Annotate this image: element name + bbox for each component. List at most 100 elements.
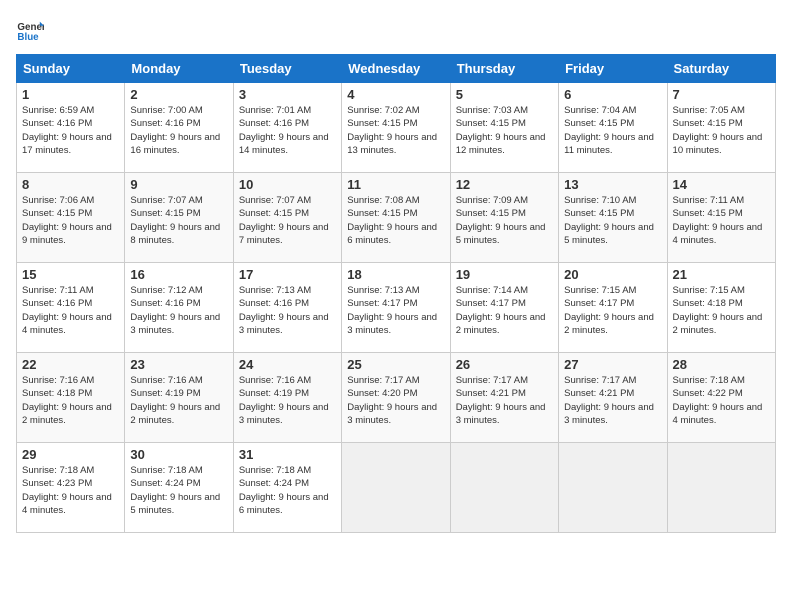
calendar-cell: 14 Sunrise: 7:11 AMSunset: 4:15 PMDayligh…: [667, 173, 775, 263]
calendar-cell: [559, 443, 667, 533]
day-info: Sunrise: 7:00 AMSunset: 4:16 PMDaylight:…: [130, 104, 227, 157]
day-number: 24: [239, 357, 336, 372]
day-number: 10: [239, 177, 336, 192]
day-number: 5: [456, 87, 553, 102]
calendar-cell: 3Sunrise: 7:01 AMSunset: 4:16 PMDaylight…: [233, 83, 341, 173]
day-info: Sunrise: 7:08 AMSunset: 4:15 PMDaylight:…: [347, 194, 444, 247]
day-header-saturday: Saturday: [667, 55, 775, 83]
calendar-cell: 24 Sunrise: 7:16 AMSunset: 4:19 PMDayligh…: [233, 353, 341, 443]
day-number: 16: [130, 267, 227, 282]
day-number: 18: [347, 267, 444, 282]
day-header-sunday: Sunday: [17, 55, 125, 83]
day-info: Sunrise: 7:18 AMSunset: 4:23 PMDaylight:…: [22, 464, 119, 517]
calendar-cell: 10 Sunrise: 7:07 AMSunset: 4:15 PMDayligh…: [233, 173, 341, 263]
calendar-week-row: 29 Sunrise: 7:18 AMSunset: 4:23 PMDayligh…: [17, 443, 776, 533]
calendar-cell: 18Sunrise: 7:13 AMSunset: 4:17 PMDayligh…: [342, 263, 450, 353]
day-header-thursday: Thursday: [450, 55, 558, 83]
day-number: 28: [673, 357, 770, 372]
calendar-cell: 17Sunrise: 7:13 AMSunset: 4:16 PMDayligh…: [233, 263, 341, 353]
day-info: Sunrise: 7:17 AMSunset: 4:20 PMDaylight:…: [347, 374, 444, 427]
day-number: 11: [347, 177, 444, 192]
calendar-cell: 12Sunrise: 7:09 AMSunset: 4:15 PMDayligh…: [450, 173, 558, 263]
day-header-friday: Friday: [559, 55, 667, 83]
calendar-cell: 26 Sunrise: 7:17 AMSunset: 4:21 PMDayligh…: [450, 353, 558, 443]
calendar-cell: 8 Sunrise: 7:06 AMSunset: 4:15 PMDaylight…: [17, 173, 125, 263]
day-number: 4: [347, 87, 444, 102]
calendar-cell: 9 Sunrise: 7:07 AMSunset: 4:15 PMDaylight…: [125, 173, 233, 263]
calendar-cell: [667, 443, 775, 533]
day-info: Sunrise: 7:07 AMSunset: 4:15 PMDaylight:…: [130, 194, 227, 247]
day-info: Sunrise: 7:06 AMSunset: 4:15 PMDaylight:…: [22, 194, 119, 247]
day-number: 29: [22, 447, 119, 462]
day-info: Sunrise: 7:18 AMSunset: 4:24 PMDaylight:…: [239, 464, 336, 517]
calendar-cell: 7 Sunrise: 7:05 AMSunset: 4:15 PMDaylight…: [667, 83, 775, 173]
day-number: 2: [130, 87, 227, 102]
calendar-cell: 28 Sunrise: 7:18 AMSunset: 4:22 PMDayligh…: [667, 353, 775, 443]
day-info: Sunrise: 7:17 AMSunset: 4:21 PMDaylight:…: [456, 374, 553, 427]
day-info: Sunrise: 7:14 AMSunset: 4:17 PMDaylight:…: [456, 284, 553, 337]
calendar-cell: 29 Sunrise: 7:18 AMSunset: 4:23 PMDayligh…: [17, 443, 125, 533]
calendar-cell: 21 Sunrise: 7:15 AMSunset: 4:18 PMDayligh…: [667, 263, 775, 353]
calendar-cell: 23Sunrise: 7:16 AMSunset: 4:19 PMDayligh…: [125, 353, 233, 443]
day-info: Sunrise: 7:15 AMSunset: 4:17 PMDaylight:…: [564, 284, 661, 337]
day-number: 30: [130, 447, 227, 462]
calendar-week-row: 1 Sunrise: 6:59 AMSunset: 4:16 PMDaylight…: [17, 83, 776, 173]
day-info: Sunrise: 7:10 AMSunset: 4:15 PMDaylight:…: [564, 194, 661, 247]
calendar-cell: 1 Sunrise: 6:59 AMSunset: 4:16 PMDaylight…: [17, 83, 125, 173]
day-info: Sunrise: 7:11 AMSunset: 4:16 PMDaylight:…: [22, 284, 119, 337]
logo-icon: General Blue: [16, 16, 44, 44]
calendar-week-row: 8 Sunrise: 7:06 AMSunset: 4:15 PMDaylight…: [17, 173, 776, 263]
day-info: Sunrise: 7:16 AMSunset: 4:19 PMDaylight:…: [239, 374, 336, 427]
day-info: Sunrise: 7:18 AMSunset: 4:24 PMDaylight:…: [130, 464, 227, 517]
calendar-cell: 20 Sunrise: 7:15 AMSunset: 4:17 PMDayligh…: [559, 263, 667, 353]
calendar-cell: 6 Sunrise: 7:04 AMSunset: 4:15 PMDaylight…: [559, 83, 667, 173]
day-info: Sunrise: 7:07 AMSunset: 4:15 PMDaylight:…: [239, 194, 336, 247]
day-info: Sunrise: 7:16 AMSunset: 4:19 PMDaylight:…: [130, 374, 227, 427]
calendar-cell: 11 Sunrise: 7:08 AMSunset: 4:15 PMDayligh…: [342, 173, 450, 263]
day-number: 19: [456, 267, 553, 282]
day-number: 9: [130, 177, 227, 192]
calendar-cell: 15 Sunrise: 7:11 AMSunset: 4:16 PMDayligh…: [17, 263, 125, 353]
calendar-cell: 30 Sunrise: 7:18 AMSunset: 4:24 PMDayligh…: [125, 443, 233, 533]
day-number: 7: [673, 87, 770, 102]
day-number: 31: [239, 447, 336, 462]
day-info: Sunrise: 7:02 AMSunset: 4:15 PMDaylight:…: [347, 104, 444, 157]
calendar-cell: 5 Sunrise: 7:03 AMSunset: 4:15 PMDaylight…: [450, 83, 558, 173]
day-header-wednesday: Wednesday: [342, 55, 450, 83]
day-number: 20: [564, 267, 661, 282]
day-info: Sunrise: 6:59 AMSunset: 4:16 PMDaylight:…: [22, 104, 119, 157]
day-number: 25: [347, 357, 444, 372]
day-info: Sunrise: 7:05 AMSunset: 4:15 PMDaylight:…: [673, 104, 770, 157]
day-number: 1: [22, 87, 119, 102]
logo: General Blue: [16, 16, 48, 44]
calendar-cell: 22Sunrise: 7:16 AMSunset: 4:18 PMDayligh…: [17, 353, 125, 443]
day-number: 8: [22, 177, 119, 192]
day-info: Sunrise: 7:11 AMSunset: 4:15 PMDaylight:…: [673, 194, 770, 247]
day-info: Sunrise: 7:12 AMSunset: 4:16 PMDaylight:…: [130, 284, 227, 337]
day-number: 21: [673, 267, 770, 282]
day-number: 6: [564, 87, 661, 102]
calendar-cell: 25 Sunrise: 7:17 AMSunset: 4:20 PMDayligh…: [342, 353, 450, 443]
day-info: Sunrise: 7:01 AMSunset: 4:16 PMDaylight:…: [239, 104, 336, 157]
day-number: 17: [239, 267, 336, 282]
calendar-cell: [342, 443, 450, 533]
calendar-cell: 4 Sunrise: 7:02 AMSunset: 4:15 PMDaylight…: [342, 83, 450, 173]
day-header-monday: Monday: [125, 55, 233, 83]
calendar-cell: [450, 443, 558, 533]
calendar-cell: 13 Sunrise: 7:10 AMSunset: 4:15 PMDayligh…: [559, 173, 667, 263]
day-info: Sunrise: 7:04 AMSunset: 4:15 PMDaylight:…: [564, 104, 661, 157]
day-info: Sunrise: 7:16 AMSunset: 4:18 PMDaylight:…: [22, 374, 119, 427]
day-info: Sunrise: 7:18 AMSunset: 4:22 PMDaylight:…: [673, 374, 770, 427]
calendar-week-row: 15 Sunrise: 7:11 AMSunset: 4:16 PMDayligh…: [17, 263, 776, 353]
day-info: Sunrise: 7:03 AMSunset: 4:15 PMDaylight:…: [456, 104, 553, 157]
day-number: 14: [673, 177, 770, 192]
svg-text:Blue: Blue: [17, 32, 39, 43]
calendar-table: SundayMondayTuesdayWednesdayThursdayFrid…: [16, 54, 776, 533]
calendar-header: SundayMondayTuesdayWednesdayThursdayFrid…: [17, 55, 776, 83]
day-info: Sunrise: 7:15 AMSunset: 4:18 PMDaylight:…: [673, 284, 770, 337]
day-number: 26: [456, 357, 553, 372]
day-number: 12: [456, 177, 553, 192]
day-number: 15: [22, 267, 119, 282]
calendar-cell: 16 Sunrise: 7:12 AMSunset: 4:16 PMDayligh…: [125, 263, 233, 353]
day-number: 13: [564, 177, 661, 192]
